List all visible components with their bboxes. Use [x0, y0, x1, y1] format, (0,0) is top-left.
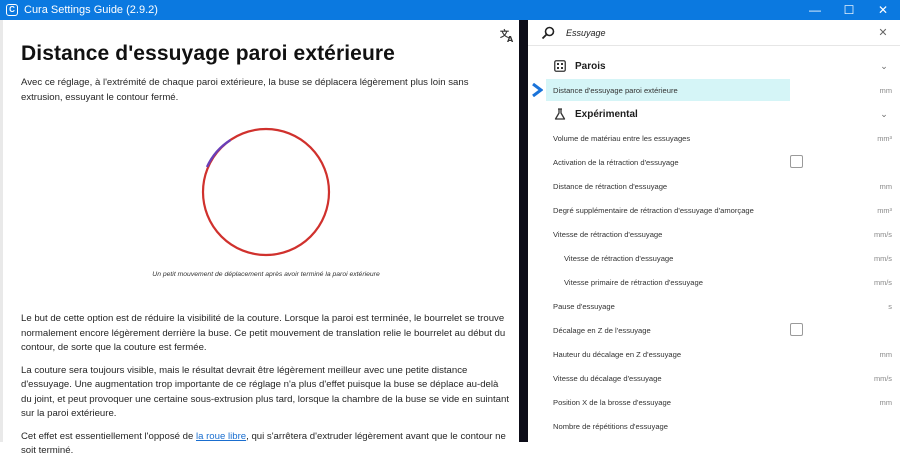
setting-row[interactable]: Vitesse de rétraction d'essuyage mm/s — [528, 223, 900, 245]
window-title: Cura Settings Guide (2.9.2) — [24, 4, 158, 16]
setting-row[interactable]: Degré supplémentaire de rétraction d'ess… — [528, 199, 900, 221]
search-input[interactable]: Essuyage — [566, 28, 876, 38]
setting-row[interactable]: Distance d'essuyage paroi extérieure mm — [528, 79, 900, 101]
setting-row[interactable]: Pause d'essuyage s — [528, 295, 900, 317]
paragraph-purpose: Le but de cette option est de réduire la… — [21, 313, 506, 353]
setting-unit: mm³ — [877, 205, 892, 215]
search-icon — [541, 26, 555, 39]
setting-row[interactable]: Volume de matériau entre les essuyages m… — [528, 127, 900, 149]
setting-label: Activation de la rétraction d'essuyage — [553, 157, 679, 167]
setting-unit: mm — [879, 85, 892, 95]
setting-row[interactable]: Distance de rétraction d'essuyage mm — [528, 175, 900, 197]
pane-divider[interactable] — [519, 20, 528, 442]
coasting-link[interactable]: la roue libre — [196, 431, 246, 442]
para4-text-before: Cet effet est essentiellement l'opposé d… — [21, 430, 196, 442]
setting-label: Vitesse primaire de rétraction d'essuyag… — [564, 277, 703, 287]
category-walls-label: Parois — [575, 60, 606, 72]
setting-row[interactable]: Nombre de répétitions d'essuyage — [528, 415, 900, 437]
setting-row[interactable]: Position X de la brosse d'essuyage mm — [528, 391, 900, 413]
setting-row[interactable]: Vitesse primaire de rétraction d'essuyag… — [528, 271, 900, 293]
paragraph-seam: La couture sera toujours visible, mais l… — [21, 364, 509, 420]
page-title: Distance d'essuyage paroi extérieure — [21, 42, 395, 65]
setting-label: Nombre de répétitions d'essuyage — [553, 421, 669, 431]
minimize-button[interactable]: — — [798, 0, 832, 20]
setting-unit: mm — [879, 397, 892, 407]
setting-row[interactable]: Hauteur du décalage en Z d'essuyage mm — [528, 343, 900, 365]
walls-icon — [554, 60, 566, 72]
close-button[interactable]: ✕ — [866, 0, 900, 20]
setting-label: Vitesse de rétraction d'essuyage — [564, 253, 674, 263]
setting-checkbox[interactable] — [790, 323, 803, 336]
setting-row[interactable]: Vitesse de rétraction d'essuyage mm/s — [528, 247, 900, 269]
setting-label: Hauteur du décalage en Z d'essuyage — [553, 349, 682, 359]
setting-label: Degré supplémentaire de rétraction d'ess… — [553, 205, 754, 215]
setting-row[interactable]: Décalage en Z de l'essuyage — [528, 319, 900, 341]
intro-paragraph: Avec ce réglage, à l'extrémité de chaque… — [21, 77, 469, 103]
wipe-illustration — [201, 127, 331, 257]
settings-pane: Essuyage ✕ Parois ⌄ Distance d'essuyage … — [528, 20, 900, 442]
paragraph-coasting: Cet effet est essentiellement l'opposé d… — [21, 430, 511, 459]
setting-unit: mm³ — [877, 133, 892, 143]
setting-label: Décalage en Z de l'essuyage — [553, 325, 651, 335]
flask-icon — [554, 108, 566, 120]
category-experimental-label: Expérimental — [575, 108, 638, 120]
figure — [21, 117, 511, 267]
setting-unit: mm/s — [873, 373, 892, 383]
setting-unit: s — [888, 301, 892, 311]
setting-unit: mm — [879, 349, 892, 359]
setting-row[interactable]: Vitesse du décalage d'essuyage mm/s — [528, 367, 900, 389]
title-bar: C Cura Settings Guide (2.9.2) — ☐ ✕ — [0, 0, 900, 20]
setting-checkbox[interactable] — [790, 155, 803, 168]
maximize-button[interactable]: ☐ — [832, 0, 866, 20]
chevron-down-icon: ⌄ — [880, 108, 888, 119]
app-icon: C — [6, 4, 18, 16]
chevron-down-icon: ⌄ — [880, 60, 888, 71]
figure-caption: Un petit mouvement de déplacement après … — [152, 271, 380, 278]
left-edge — [0, 20, 3, 442]
setting-label: Volume de matériau entre les essuyages — [553, 133, 691, 143]
setting-unit: mm — [879, 181, 892, 191]
setting-label: Vitesse du décalage d'essuyage — [553, 373, 662, 383]
setting-label: Pause d'essuyage — [553, 301, 615, 311]
clear-search-button[interactable]: ✕ — [876, 26, 890, 39]
search-bar[interactable]: Essuyage ✕ — [528, 20, 900, 46]
setting-row[interactable]: Activation de la rétraction d'essuyage — [528, 151, 900, 173]
category-walls[interactable]: Parois ⌄ — [528, 55, 900, 77]
setting-label: Distance de rétraction d'essuyage — [553, 181, 668, 191]
setting-unit: mm/s — [873, 253, 892, 263]
category-experimental[interactable]: Expérimental ⌄ — [528, 103, 900, 125]
setting-label: Position X de la brosse d'essuyage — [553, 397, 671, 407]
setting-label: Vitesse de rétraction d'essuyage — [553, 229, 663, 239]
setting-label: Distance d'essuyage paroi extérieure — [553, 85, 678, 95]
setting-unit: mm/s — [873, 229, 892, 239]
setting-unit: mm/s — [873, 277, 892, 287]
article: Distance d'essuyage paroi extérieure Ave… — [21, 20, 511, 459]
